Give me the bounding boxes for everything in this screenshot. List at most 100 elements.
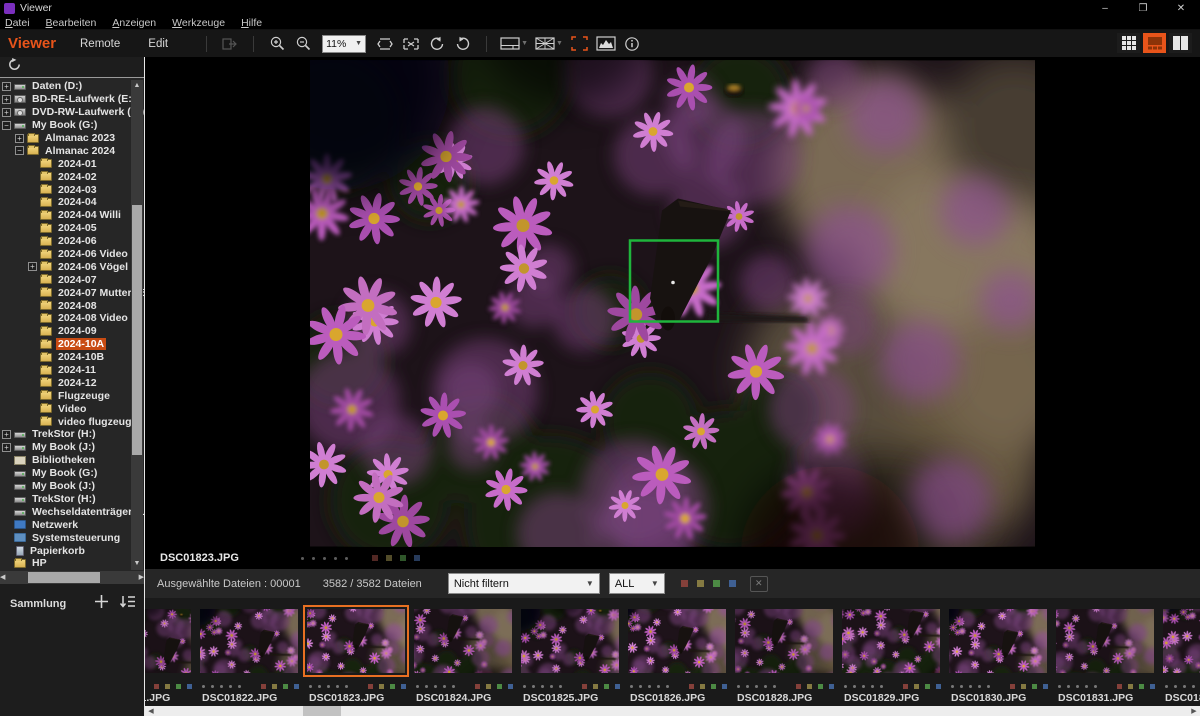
rating-dot[interactable] xyxy=(425,685,428,688)
tree-item[interactable]: +2024-06 Vögel xyxy=(0,260,144,273)
rating-dot[interactable] xyxy=(764,685,767,688)
rating-dot[interactable] xyxy=(1058,685,1061,688)
filter-dropdown[interactable]: Nicht filtern▼ xyxy=(448,573,600,594)
thumbnail-cell[interactable]: DSC01826.JPG xyxy=(628,605,728,706)
thumbnail-image[interactable] xyxy=(735,609,833,673)
color-label-yellow[interactable] xyxy=(593,684,598,689)
rating-dot[interactable] xyxy=(630,685,633,688)
tab-edit[interactable]: Edit xyxy=(148,38,168,50)
collapse-icon[interactable]: − xyxy=(15,146,24,155)
rating-dot[interactable] xyxy=(666,685,669,688)
color-label-red[interactable] xyxy=(475,684,480,689)
tree-item[interactable]: 2024-06 xyxy=(0,235,144,248)
rating-dot[interactable] xyxy=(323,557,326,560)
rating-dot[interactable] xyxy=(657,685,660,688)
tree-item[interactable]: 2024-04 Willi xyxy=(0,209,144,222)
rating-dot[interactable] xyxy=(862,685,865,688)
tree-item[interactable]: Wechseldatenträger (L:) xyxy=(0,505,144,518)
thumbnail-rating-row[interactable] xyxy=(844,681,942,691)
tree-item[interactable]: HP xyxy=(0,557,144,570)
rating-dot[interactable] xyxy=(202,685,205,688)
filmstrip-view-button[interactable] xyxy=(1143,33,1166,53)
tree-item[interactable]: +BD-RE-Laufwerk (E:) xyxy=(0,93,144,106)
rating-dot[interactable] xyxy=(211,685,214,688)
thumbnail-cell[interactable]: DSC01828.JPG xyxy=(735,605,835,706)
menu-item-datei[interactable]: Datei xyxy=(5,17,30,29)
color-label-yellow[interactable] xyxy=(486,684,491,689)
thumbnail-cell[interactable]: DSC01825.JPG xyxy=(521,605,621,706)
color-label-red[interactable] xyxy=(372,555,378,561)
color-label-red[interactable] xyxy=(796,684,801,689)
expand-icon[interactable]: + xyxy=(2,82,11,91)
rating-dot[interactable] xyxy=(452,685,455,688)
color-label-yellow[interactable] xyxy=(807,684,812,689)
actual-size-icon[interactable] xyxy=(399,33,423,55)
photo-preview[interactable] xyxy=(310,60,1035,547)
rating-dot[interactable] xyxy=(238,685,241,688)
scrollbar-thumb[interactable] xyxy=(28,572,100,583)
color-label-green[interactable] xyxy=(818,684,823,689)
rating-dot[interactable] xyxy=(532,685,535,688)
expand-icon[interactable]: + xyxy=(2,443,11,452)
rating-dot[interactable] xyxy=(844,685,847,688)
thumbnail-rating-row[interactable] xyxy=(630,681,728,691)
tree-item[interactable]: My Book (J:) xyxy=(0,480,144,493)
grid-overlay-icon[interactable] xyxy=(533,33,557,55)
thumbnail-rating-row[interactable] xyxy=(145,681,193,691)
rating-dot[interactable] xyxy=(773,685,776,688)
rating-dot[interactable] xyxy=(443,685,446,688)
filmstrip-scrollbar[interactable]: ◀ ▶ xyxy=(145,706,1200,716)
rating-dot[interactable] xyxy=(737,685,740,688)
restore-button[interactable]: ❐ xyxy=(1124,0,1162,16)
tree-item[interactable]: 2024-01 xyxy=(0,157,144,170)
color-label-green[interactable] xyxy=(925,684,930,689)
color-label-blue[interactable] xyxy=(722,684,727,689)
rating-dot[interactable] xyxy=(345,557,348,560)
tree-item[interactable]: Papierkorb xyxy=(0,544,144,557)
tree-item[interactable]: 2024-09 xyxy=(0,325,144,338)
rotate-right-icon[interactable] xyxy=(451,33,475,55)
chevron-down-icon[interactable]: ▼ xyxy=(521,40,528,47)
color-label-green[interactable] xyxy=(604,684,609,689)
color-label-blue[interactable] xyxy=(401,684,406,689)
color-label-red[interactable] xyxy=(903,684,908,689)
chevron-down-icon[interactable]: ▼ xyxy=(556,40,563,47)
rating-dot[interactable] xyxy=(871,685,874,688)
color-label-yellow[interactable] xyxy=(272,684,277,689)
color-label-red[interactable] xyxy=(582,684,587,689)
thumbnail-image[interactable] xyxy=(414,609,512,673)
color-label-blue[interactable] xyxy=(936,684,941,689)
rating-dot[interactable] xyxy=(220,685,223,688)
tree-item[interactable]: +TrekStor (H:) xyxy=(0,428,144,441)
multi-display-icon[interactable] xyxy=(498,33,522,55)
scrollbar-thumb[interactable] xyxy=(132,205,142,455)
tree-item[interactable]: 2024-02 xyxy=(0,170,144,183)
thumbnail-image[interactable] xyxy=(842,609,940,673)
thumbnail-image[interactable] xyxy=(628,609,726,673)
tree-horizontal-scrollbar[interactable]: ◀ ▶ xyxy=(0,571,144,584)
thumbnail-image[interactable] xyxy=(521,609,619,673)
refresh-icon[interactable] xyxy=(7,57,22,77)
thumbnail-rating-row[interactable] xyxy=(1165,681,1200,691)
thumbnail-rating-row[interactable] xyxy=(202,681,300,691)
thumbnail-rating-row[interactable] xyxy=(1058,681,1156,691)
thumbnail-image[interactable] xyxy=(1163,609,1200,673)
color-label-blue[interactable] xyxy=(1150,684,1155,689)
tree-item[interactable]: 2024-05 xyxy=(0,222,144,235)
color-label-green[interactable] xyxy=(400,555,406,561)
thumbnail-image[interactable] xyxy=(1056,609,1154,673)
compare-view-button[interactable] xyxy=(1169,33,1192,53)
tree-item[interactable]: Systemsteuerung xyxy=(0,531,144,544)
thumbnail-cell[interactable]: DSC01822.JPG xyxy=(200,605,300,706)
tree-item[interactable]: −My Book (G:) xyxy=(0,119,144,132)
color-label-blue[interactable] xyxy=(187,684,192,689)
tree-item[interactable]: 2024-11 xyxy=(0,364,144,377)
filter-label-green[interactable] xyxy=(713,580,720,587)
thumbnail-image[interactable] xyxy=(949,609,1047,673)
thumbnail-rating-row[interactable] xyxy=(416,681,514,691)
color-label-blue[interactable] xyxy=(829,684,834,689)
thumbnail-rating-row[interactable] xyxy=(309,681,407,691)
tree-item[interactable]: Bibliotheken xyxy=(0,454,144,467)
tree-item[interactable]: 2024-07 xyxy=(0,273,144,286)
rating-dot[interactable] xyxy=(1094,685,1097,688)
